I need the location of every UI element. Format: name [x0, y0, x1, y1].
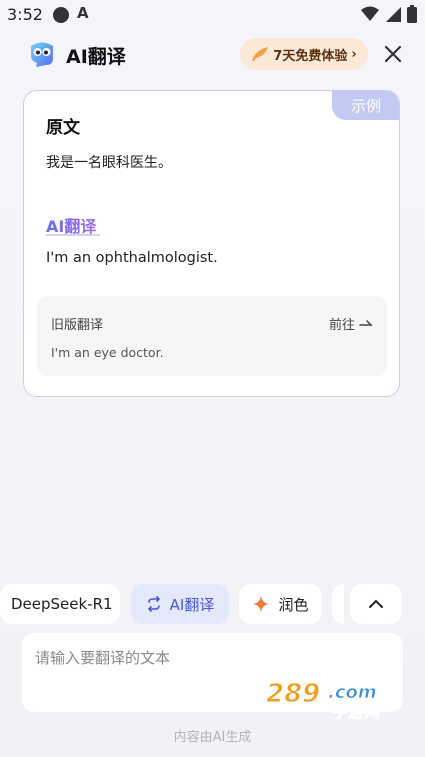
chevron-right-icon: ›: [351, 46, 357, 62]
source-title: 原文: [46, 118, 80, 138]
source-text: 我是一名眼科医生。: [46, 155, 172, 171]
svg-text:手游网: 手游网: [332, 702, 380, 720]
legacy-translation-box: 旧版翻译 前往 I'm an eye doctor.: [37, 296, 387, 376]
legacy-goto-link[interactable]: 前往: [329, 314, 373, 333]
svg-text:.com: .com: [328, 682, 377, 703]
arrow-right-icon: [359, 319, 373, 326]
input-placeholder: 请输入要翻译的文本: [35, 649, 171, 667]
example-card: 示例 原文 我是一名眼科医生。 AI翻译 I'm an ophthalmolog…: [23, 90, 400, 397]
title-underline: [46, 234, 100, 236]
svg-text:289: 289: [266, 679, 320, 709]
chip-polish-label: 润色: [278, 595, 309, 614]
close-icon[interactable]: [381, 42, 405, 66]
ai-translation-text: I'm an ophthalmologist.: [46, 250, 218, 266]
example-badge: 示例: [332, 91, 399, 120]
free-trial-label: 7天免费体验: [273, 48, 348, 64]
chip-ai-translate[interactable]: AI翻译: [131, 584, 229, 624]
chip-deepseek[interactable]: DeepSeek-R1: [0, 584, 120, 624]
wifi-icon: [361, 6, 379, 21]
chevron-up-icon: [369, 599, 383, 608]
status-bar: 3:52 A: [0, 0, 425, 30]
legacy-goto-label: 前往: [328, 318, 355, 333]
chip-polish[interactable]: 润色: [239, 584, 322, 624]
free-trial-button[interactable]: 7天免费体验 ›: [240, 38, 368, 70]
ai-disclaimer: 内容由AI生成: [173, 730, 252, 745]
chip-more[interactable]: [332, 584, 344, 624]
sparkle-icon: [253, 596, 270, 612]
feather-icon: [252, 47, 269, 61]
site-watermark: 289 .com 手游网: [266, 679, 381, 721]
dot-icon: [53, 7, 69, 23]
battery-icon: [407, 5, 417, 23]
expand-button[interactable]: [350, 584, 402, 624]
status-time: 3:52: [7, 5, 43, 24]
app-header: AI翻译 7天免费体验 ›: [0, 34, 425, 74]
chip-deepseek-label: DeepSeek-R1: [11, 595, 113, 613]
swap-icon: [147, 596, 160, 612]
a-icon: A: [77, 4, 89, 22]
legacy-translation-title: 旧版翻译: [51, 318, 104, 333]
mode-chips: DeepSeek-R1 AI翻译 润色: [0, 584, 425, 624]
owl-logo-icon: [31, 42, 53, 67]
signal-icon: [386, 7, 401, 22]
legacy-translation-text: I'm an eye doctor.: [51, 345, 164, 360]
app-title: AI翻译: [66, 46, 126, 68]
chip-ai-translate-label: AI翻译: [169, 595, 215, 614]
